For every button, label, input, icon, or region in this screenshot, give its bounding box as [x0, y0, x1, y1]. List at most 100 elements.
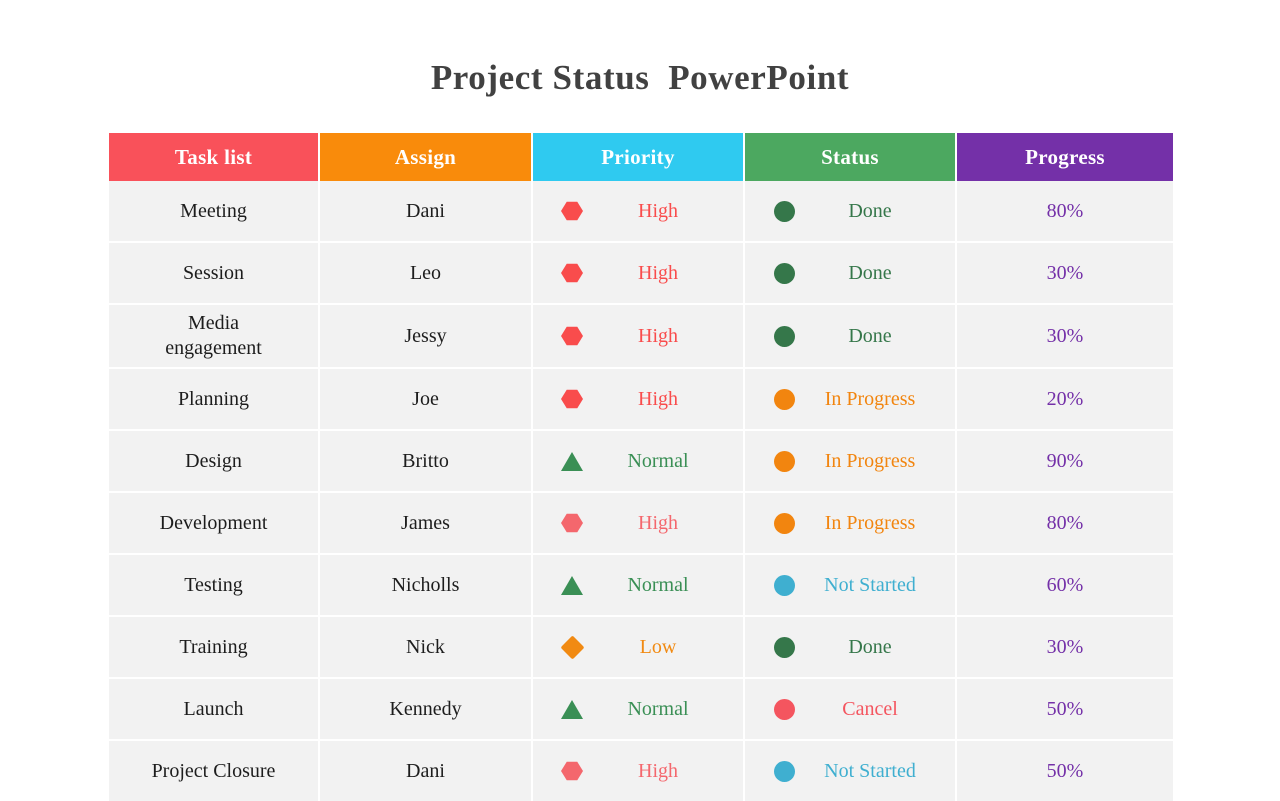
circle-icon — [771, 572, 797, 598]
table-row[interactable]: Design Britto Normal In Progress 90% — [109, 431, 1173, 493]
cell-priority: High — [533, 243, 745, 305]
triangle-icon — [559, 448, 585, 474]
triangle-icon — [559, 572, 585, 598]
column-header-task-list[interactable]: Task list — [109, 133, 320, 181]
slide-canvas: Project Status PowerPoint Task list Assi… — [0, 0, 1280, 801]
table-row[interactable]: Session Leo High Done 30% — [109, 243, 1173, 305]
status-badge: Not Started — [745, 741, 955, 801]
cell-priority: High — [533, 369, 745, 431]
cell-priority: Low — [533, 617, 745, 679]
status-label: Cancel — [842, 697, 898, 720]
priority-label: Normal — [627, 449, 689, 472]
cell-task-list: Training — [109, 617, 320, 679]
hexagon-icon — [559, 758, 585, 784]
column-header-priority[interactable]: Priority — [533, 133, 745, 181]
status-label: Not Started — [824, 573, 916, 596]
assignee-name: Dani — [406, 759, 445, 782]
cell-status: Done — [745, 617, 957, 679]
page-title: Project Status PowerPoint — [430, 58, 850, 97]
status-badge: Done — [745, 617, 955, 677]
column-header-status[interactable]: Status — [745, 133, 957, 181]
status-label: Done — [848, 324, 892, 347]
table-row[interactable]: Launch Kennedy Normal Cancel 50% — [109, 679, 1173, 741]
cell-assign: Jessy — [320, 305, 533, 369]
status-badge: In Progress — [745, 493, 955, 553]
column-header-assign[interactable]: Assign — [320, 133, 533, 181]
cell-assign: Nicholls — [320, 555, 533, 617]
table-header-row: Task list Assign Priority Status Progres… — [109, 133, 1173, 181]
project-status-table: Task list Assign Priority Status Progres… — [109, 133, 1173, 801]
cell-status: Done — [745, 181, 957, 243]
hexagon-icon — [559, 198, 585, 224]
cell-status: Cancel — [745, 679, 957, 741]
cell-status: Done — [745, 243, 957, 305]
task-name: Testing — [184, 573, 243, 596]
progress-value: 50% — [1046, 697, 1084, 720]
status-label: In Progress — [824, 511, 916, 534]
assignee-name: Joe — [412, 387, 439, 410]
cell-assign: Kennedy — [320, 679, 533, 741]
cell-status: In Progress — [745, 493, 957, 555]
priority-badge: High — [533, 741, 743, 801]
hexagon-icon — [559, 260, 585, 286]
cell-progress: 60% — [957, 555, 1173, 617]
assignee-name: Kennedy — [389, 697, 462, 720]
cell-progress: 50% — [957, 679, 1173, 741]
cell-assign: Britto — [320, 431, 533, 493]
progress-value: 30% — [1046, 324, 1084, 347]
hexagon-icon — [559, 386, 585, 412]
circle-icon — [771, 323, 797, 349]
cell-assign: James — [320, 493, 533, 555]
assignee-name: Nick — [406, 635, 445, 658]
task-name: Launch — [183, 697, 244, 720]
status-badge: Done — [745, 181, 955, 241]
assignee-name: James — [401, 511, 450, 534]
table-row[interactable]: Development James High In Progress 80% — [109, 493, 1173, 555]
task-name: Planning — [177, 387, 250, 410]
cell-progress: 90% — [957, 431, 1173, 493]
priority-label: High — [638, 261, 678, 284]
status-badge: Done — [745, 305, 955, 367]
cell-status: Not Started — [745, 741, 957, 801]
table-row[interactable]: Media engagement Jessy High Done 30% — [109, 305, 1173, 369]
assignee-name: Leo — [409, 261, 442, 284]
status-label: Done — [848, 635, 892, 658]
circle-icon — [771, 198, 797, 224]
cell-task-list: Development — [109, 493, 320, 555]
assignee-name: Britto — [402, 449, 449, 472]
table-row[interactable]: Planning Joe High In Progress 20% — [109, 369, 1173, 431]
task-name: Training — [179, 635, 248, 658]
hexagon-icon — [559, 510, 585, 536]
progress-value: 60% — [1046, 573, 1084, 596]
table-row[interactable]: Meeting Dani High Done 80% — [109, 181, 1173, 243]
task-name: Media engagement — [165, 312, 262, 359]
task-name: Meeting — [180, 199, 247, 222]
hexagon-icon — [559, 323, 585, 349]
table-header: Task list Assign Priority Status Progres… — [109, 133, 1173, 181]
progress-value: 80% — [1046, 199, 1084, 222]
circle-icon — [771, 634, 797, 660]
status-label: In Progress — [824, 449, 916, 472]
circle-icon — [771, 758, 797, 784]
cell-status: In Progress — [745, 431, 957, 493]
cell-task-list: Meeting — [109, 181, 320, 243]
progress-value: 20% — [1046, 387, 1084, 410]
table-body: Meeting Dani High Done 80% Session Leo High Done… — [109, 181, 1173, 801]
assignee-name: Jessy — [404, 324, 447, 347]
diamond-icon — [559, 634, 585, 660]
table-row[interactable]: Project Closure Dani High Not Started 50% — [109, 741, 1173, 801]
priority-label: High — [638, 199, 678, 222]
progress-value: 90% — [1046, 449, 1084, 472]
column-header-progress[interactable]: Progress — [957, 133, 1173, 181]
cell-priority: Normal — [533, 679, 745, 741]
table-row[interactable]: Training Nick Low Done 30% — [109, 617, 1173, 679]
cell-task-list: Launch — [109, 679, 320, 741]
circle-icon — [771, 696, 797, 722]
priority-badge: High — [533, 493, 743, 553]
priority-label: High — [638, 759, 678, 782]
priority-badge: High — [533, 305, 743, 367]
table-row[interactable]: Testing Nicholls Normal Not Started 60% — [109, 555, 1173, 617]
cell-task-list: Session — [109, 243, 320, 305]
priority-badge: High — [533, 181, 743, 241]
circle-icon — [771, 386, 797, 412]
